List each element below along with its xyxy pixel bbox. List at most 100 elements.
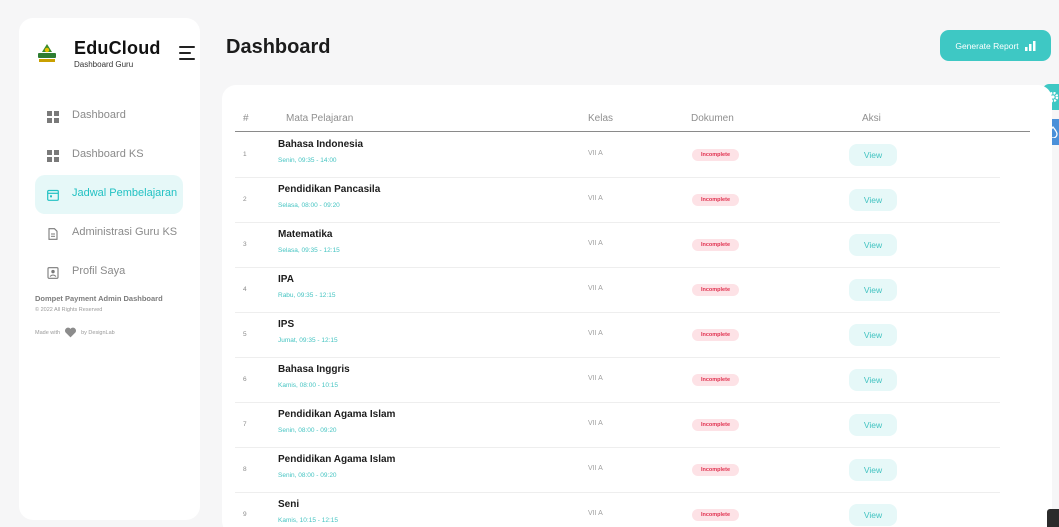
grid-icon (47, 149, 59, 162)
sidebar-item-label: Dashboard KS (72, 148, 144, 160)
table-row: 8 Pendidikan Agama Islam Senin, 08:00 - 09… (235, 448, 1000, 493)
view-button[interactable]: View (849, 504, 897, 526)
status-badge: Incomplete (692, 464, 739, 476)
table-row: 3 Matematika Selasa, 09:35 - 12:15 VII A Inc… (235, 223, 1000, 268)
table-row: 5 IPS Jumat, 09:35 - 12:15 VII A Incomplete V… (235, 313, 1000, 358)
view-button[interactable]: View (849, 459, 897, 481)
schedule-time: Selasa, 09:35 - 12:15 (278, 247, 340, 254)
view-button[interactable]: View (849, 189, 897, 211)
schedule-card: # Mata Pelajaran Kelas Dokumen Aksi 1 Bah… (222, 85, 1052, 527)
table-row: 2 Pendidikan Pancasila Selasa, 08:00 - 09:… (235, 178, 1000, 223)
sidebar-item-label: Jadwal Pembelajaran (72, 187, 178, 199)
brand: EduCloud Dashboard Guru (33, 36, 195, 72)
brand-subtitle: Dashboard Guru (74, 60, 134, 69)
view-button[interactable]: View (849, 144, 897, 166)
menu-toggle-icon[interactable] (179, 46, 195, 60)
view-button[interactable]: View (849, 324, 897, 346)
sidebar-item-profil-saya[interactable]: Profil Saya (35, 253, 183, 292)
footer-title: Dompet Payment Admin Dashboard (35, 294, 163, 303)
status-badge: Incomplete (692, 194, 739, 206)
sidebar-item-label: Dashboard (72, 109, 126, 121)
subject-name: Matematika (278, 229, 333, 240)
row-number: 6 (243, 376, 247, 383)
schedule-time: Senin, 09:35 - 14:00 (278, 157, 337, 164)
schedule-time: Jumat, 09:35 - 12:15 (278, 337, 338, 344)
view-button[interactable]: View (849, 279, 897, 301)
calendar-icon (47, 188, 59, 201)
table-row: 1 Bahasa Indonesia Senin, 09:35 - 14:00 VII… (235, 133, 1000, 178)
schedule-time: Selasa, 08:00 - 09:20 (278, 202, 340, 209)
header-divider (235, 131, 1030, 132)
class-name: VII A (588, 375, 603, 382)
subject-name: Pendidikan Agama Islam (278, 409, 396, 420)
status-badge: Incomplete (692, 149, 739, 161)
row-number: 5 (243, 331, 247, 338)
class-name: VII A (588, 285, 603, 292)
sidebar: EduCloud Dashboard Guru Dashboard Dashboa… (19, 18, 200, 520)
sidebar-item-dashboard-ks[interactable]: Dashboard KS (35, 136, 183, 175)
subject-name: IPA (278, 274, 294, 285)
class-name: VII A (588, 465, 603, 472)
subject-name: IPS (278, 319, 295, 330)
subject-name: Pendidikan Agama Islam (278, 454, 396, 465)
table-row: 6 Bahasa Inggris Kamis, 08:00 - 10:15 VII A… (235, 358, 1000, 403)
status-badge: Incomplete (692, 509, 739, 521)
status-badge: Incomplete (692, 284, 739, 296)
generate-report-label: Generate Report (955, 40, 1019, 51)
status-badge: Incomplete (692, 329, 739, 341)
status-badge: Incomplete (692, 419, 739, 431)
class-name: VII A (588, 510, 603, 517)
row-number: 2 (243, 196, 247, 203)
col-header-subject: Mata Pelajaran (286, 113, 354, 124)
view-button[interactable]: View (849, 369, 897, 391)
subject-name: Bahasa Indonesia (278, 139, 364, 150)
profile-icon (47, 266, 59, 279)
row-number: 8 (243, 466, 247, 473)
status-badge: Incomplete (692, 374, 739, 386)
subject-name: Seni (278, 499, 300, 510)
sidebar-item-dashboard[interactable]: Dashboard (35, 97, 183, 136)
col-header-document: Dokumen (691, 113, 734, 124)
row-number: 4 (243, 286, 247, 293)
table-row: 7 Pendidikan Agama Islam Senin, 08:00 - 09… (235, 403, 1000, 448)
subject-name: Pendidikan Pancasila (278, 184, 381, 195)
view-button[interactable]: View (849, 234, 897, 256)
row-number: 3 (243, 241, 247, 248)
sidebar-item-label: Profil Saya (72, 265, 126, 277)
heart-icon (65, 327, 77, 338)
subject-name: Bahasa Inggris (278, 364, 350, 375)
schedule-time: Senin, 08:00 - 09:20 (278, 427, 337, 434)
sidebar-item-administrasi-guru-ks[interactable]: Administrasi Guru KS (35, 214, 183, 253)
generate-report-button[interactable]: Generate Report (940, 30, 1051, 61)
document-icon (47, 227, 59, 240)
school-logo-icon (38, 44, 56, 62)
schedule-time: Rabu, 09:35 - 12:15 (278, 292, 336, 299)
col-header-class: Kelas (588, 113, 614, 124)
view-button[interactable]: View (849, 414, 897, 436)
row-number: 9 (243, 511, 247, 518)
class-name: VII A (588, 420, 603, 427)
made-by-text: by DesignLab (81, 329, 115, 336)
col-header-action: Aksi (862, 113, 881, 124)
row-number: 1 (243, 151, 247, 158)
status-badge: Incomplete (692, 239, 739, 251)
table-row: 4 IPA Rabu, 09:35 - 12:15 VII A Incomplete Vi… (235, 268, 1000, 313)
grid-icon (47, 110, 59, 123)
made-with-text: Made with (35, 329, 61, 336)
class-name: VII A (588, 150, 603, 157)
class-name: VII A (588, 195, 603, 202)
schedule-time: Kamis, 10:15 - 12:15 (278, 517, 338, 524)
corner-widget[interactable] (1047, 509, 1059, 527)
page-title: Dashboard (226, 36, 331, 58)
sidebar-item-jadwal-pembelajaran[interactable]: Jadwal Pembelajaran (35, 175, 183, 214)
row-number: 7 (243, 421, 247, 428)
bar-chart-icon (1024, 40, 1036, 51)
footer-copyright: © 2022 All Rights Reserved (35, 307, 103, 313)
col-header-number: # (243, 113, 249, 124)
schedule-time: Senin, 08:00 - 09:20 (278, 472, 337, 479)
footer-made-with: Made with by DesignLab (35, 327, 115, 338)
brand-title: EduCloud (74, 38, 161, 58)
class-name: VII A (588, 330, 603, 337)
class-name: VII A (588, 240, 603, 247)
sidebar-item-label: Administrasi Guru KS (72, 226, 178, 238)
